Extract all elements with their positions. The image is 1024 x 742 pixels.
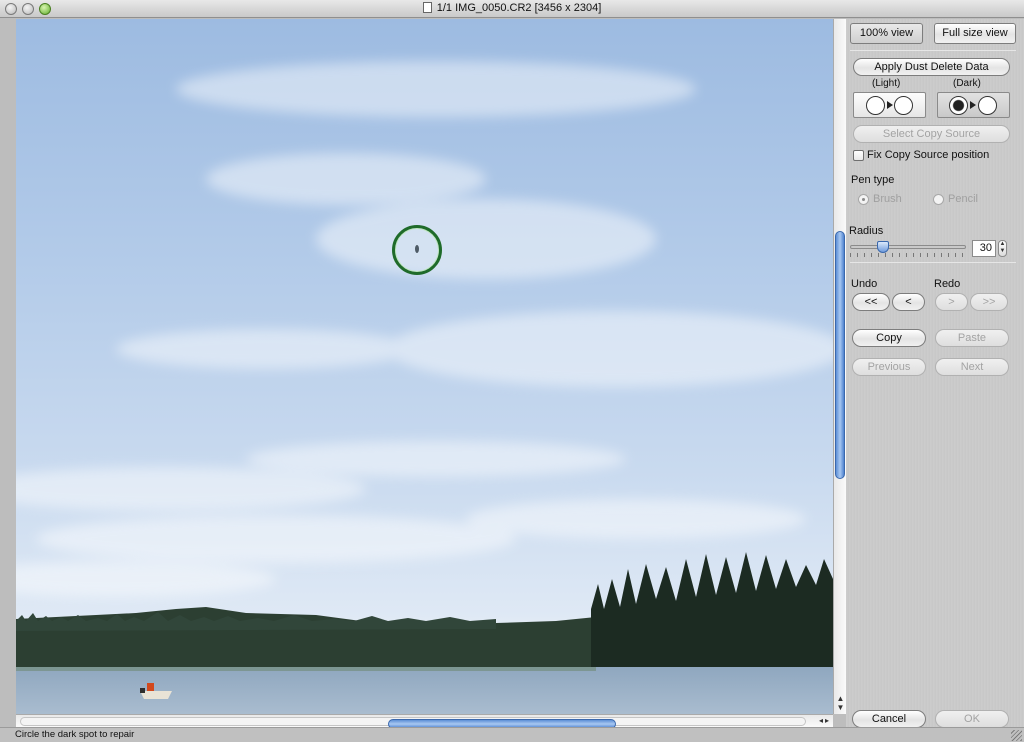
horizontal-scrollbar[interactable]: ◂▸ — [16, 714, 833, 729]
undo-button[interactable]: < — [892, 293, 925, 311]
cancel-button[interactable]: Cancel — [852, 710, 926, 728]
copy-button[interactable]: Copy — [852, 329, 926, 347]
vertical-scrollbar[interactable]: ▲ ▼ — [833, 19, 846, 714]
resize-grip-icon[interactable] — [1011, 730, 1022, 741]
radius-slider-knob[interactable] — [877, 241, 889, 253]
repair-circle-cursor[interactable] — [392, 225, 442, 275]
image-canvas[interactable] — [16, 19, 833, 714]
pen-pencil-radio[interactable] — [933, 194, 944, 205]
horizontal-scroll-arrows[interactable]: ◂▸ — [819, 716, 831, 725]
view-100-button[interactable]: 100% view — [850, 23, 923, 44]
paste-button[interactable]: Paste — [935, 329, 1009, 347]
radius-slider-ticks — [850, 253, 966, 257]
photo-landscape — [16, 61, 833, 714]
dark-mode-label: (Dark) — [953, 78, 981, 89]
radius-stepper[interactable]: ▲ ▼ — [998, 240, 1007, 257]
apply-dust-delete-button[interactable]: Apply Dust Delete Data — [853, 58, 1010, 76]
redo-label: Redo — [934, 278, 961, 290]
window-title-text: 1/1 IMG_0050.CR2 [3456 x 2304] — [436, 2, 602, 14]
select-copy-source-button[interactable]: Select Copy Source — [853, 125, 1010, 143]
pen-brush-radio[interactable] — [858, 194, 869, 205]
dust-delete-window: 1/1 IMG_0050.CR2 [3456 x 2304] ▲ ▼ ◂▸ 10… — [0, 0, 1024, 742]
vertical-scroll-thumb[interactable] — [835, 231, 845, 479]
ok-button[interactable]: OK — [935, 710, 1009, 728]
redo-all-button[interactable]: >> — [970, 293, 1008, 311]
separator — [850, 262, 1016, 263]
light-mode-button[interactable] — [853, 92, 926, 118]
separator — [850, 50, 1016, 51]
fix-copy-source-label: Fix Copy Source position — [867, 149, 990, 161]
fix-copy-source-checkbox[interactable] — [853, 150, 864, 161]
radius-value-field[interactable]: 30 — [972, 240, 996, 257]
pen-brush-label: Brush — [873, 193, 902, 205]
dark-mode-button[interactable] — [937, 92, 1010, 118]
window-title: 1/1 IMG_0050.CR2 [3456 x 2304] — [0, 2, 1024, 14]
pen-type-label: Pen type — [851, 174, 895, 186]
document-icon — [422, 2, 432, 13]
status-message: Circle the dark spot to repair — [15, 729, 135, 740]
redo-button[interactable]: > — [935, 293, 968, 311]
light-mode-label: (Light) — [872, 78, 901, 89]
previous-button[interactable]: Previous — [852, 358, 926, 376]
radius-slider-track[interactable] — [850, 245, 966, 249]
undo-label: Undo — [851, 278, 878, 290]
status-bar: Circle the dark spot to repair — [0, 727, 1024, 742]
title-bar[interactable]: 1/1 IMG_0050.CR2 [3456 x 2304] — [0, 0, 1024, 18]
full-size-view-button[interactable]: Full size view — [934, 23, 1016, 44]
next-button[interactable]: Next — [935, 358, 1009, 376]
undo-all-button[interactable]: << — [852, 293, 890, 311]
pen-pencil-label: Pencil — [948, 193, 978, 205]
radius-label: Radius — [849, 225, 884, 237]
horizontal-scroll-track[interactable] — [20, 717, 806, 729]
tool-panel: 100% view Full size view Apply Dust Dele… — [846, 19, 1024, 728]
